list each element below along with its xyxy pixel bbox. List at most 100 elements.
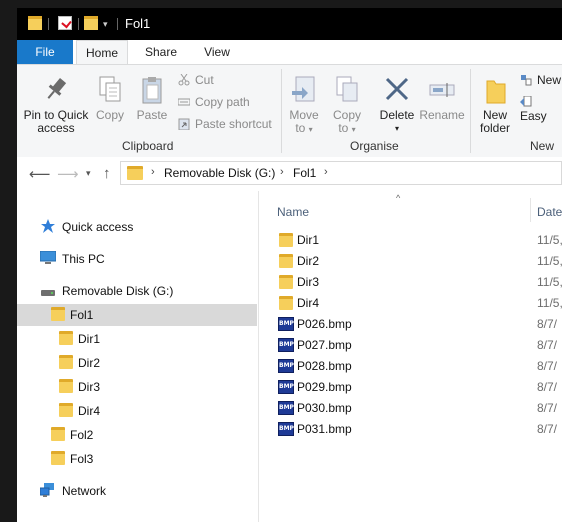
tab-home[interactable]: Home [76,40,128,64]
nav-dir4[interactable]: Dir4 [17,400,257,422]
breadcrumb-chevron-icon[interactable]: › [280,166,284,178]
easy-access-button[interactable]: Easy [520,95,562,123]
column-header-name[interactable]: Name [277,205,309,219]
properties-icon[interactable] [58,16,72,30]
file-row[interactable]: BMP P028.bmp 8/7/ [277,356,562,377]
rename-button[interactable]: Rename [419,75,465,122]
nav-fol1[interactable]: Fol1 [17,304,257,326]
file-row[interactable]: BMP P030.bmp 8/7/ [277,398,562,419]
file-date: 8/7/ [537,317,558,331]
folder-icon [59,403,73,417]
clipboard-group-label: Clipboard [122,139,174,153]
window-title: Fol1 [125,16,151,31]
folder-icon [59,379,73,393]
pin-label-2: access [37,121,75,135]
easy-access-icon [520,95,532,108]
address-bar[interactable]: › Removable Disk (G:) › Fol1 › [120,161,562,185]
rename-label: Rename [419,108,465,122]
back-arrow-icon[interactable]: ⟵ [29,165,51,183]
navigation-pane: Quick access This PC Removable Disk (G:)… [17,191,259,522]
file-row[interactable]: BMP P029.bmp 8/7/ [277,377,562,398]
ribbon: Pin to Quick access Copy Paste Cut Copy … [17,64,562,158]
file-row[interactable]: BMP P027.bmp 8/7/ [277,335,562,356]
nav-quick-access[interactable]: Quick access [17,216,257,238]
nav-dir3[interactable]: Dir3 [17,376,257,398]
file-name: Dir2 [297,254,320,268]
file-date: 8/7/ [537,380,558,394]
move-to-button[interactable]: Move to ▾ [287,75,321,136]
nav-this-pc-label: This PC [62,252,105,266]
tab-file[interactable]: File [17,40,73,64]
folder-icon [279,233,293,247]
file-row[interactable]: BMP P026.bmp 8/7/ [277,314,562,335]
new-folder-quick-icon[interactable] [84,16,98,30]
nav-dir1[interactable]: Dir1 [17,328,257,350]
file-date: 8/7/ [537,359,558,373]
file-name: Dir4 [297,296,320,310]
delete-button[interactable]: Delete ▾ [375,75,419,135]
nav-fol2[interactable]: Fol2 [17,424,257,446]
new-folder-label-2: folder [479,121,511,135]
file-row[interactable]: BMP P031.bmp 8/7/ [277,419,562,440]
pin-to-quick-access-button[interactable]: Pin to Quick access [21,75,91,135]
network-icon [39,483,54,497]
breadcrumb-chevron-icon[interactable]: › [324,166,328,178]
cut-button[interactable]: Cut [178,73,214,87]
title-bar: ▾ Fol1 [17,8,562,40]
pin-icon [42,75,70,105]
bmp-file-icon: BMP [278,359,294,373]
file-name: P026.bmp [297,317,352,331]
dropdown-arrow-icon: ▾ [308,125,313,134]
file-date: 8/7/ [537,422,558,436]
star-icon [41,219,55,233]
folder-icon [51,307,65,321]
bmp-file-icon: BMP [278,422,294,436]
new-item-button[interactable]: New [520,73,561,87]
copy-path-button[interactable]: Copy path [177,95,250,109]
bmp-file-icon: BMP [278,317,294,331]
forward-arrow-icon[interactable]: ⟶ [57,165,79,183]
computer-icon [39,250,57,265]
paste-button[interactable]: Paste [134,75,170,122]
breadcrumb-chevron-icon[interactable]: › [151,166,155,178]
address-toolbar: ⟵ ⟶ ▾ ↑ › Removable Disk (G:) › Fol1 › [17,157,562,191]
column-divider[interactable] [530,198,531,222]
nav-network-label: Network [62,484,107,498]
column-header-date[interactable]: Date [537,205,562,219]
new-item-icon [520,74,532,86]
copy-button[interactable]: Copy [93,75,127,122]
paste-icon [138,75,166,105]
copy-to-button[interactable]: Copy to ▾ [330,75,364,136]
file-row[interactable]: Dir4 11/5, [277,293,562,314]
file-row[interactable]: Dir1 11/5, [277,230,562,251]
drive-icon [41,286,55,296]
nav-removable-disk[interactable]: Removable Disk (G:) [17,280,257,302]
breadcrumb-removable-disk[interactable]: Removable Disk (G:) [164,166,275,180]
nav-dir3-label: Dir3 [78,380,101,394]
file-name: P028.bmp [297,359,352,373]
nav-fol3-label: Fol3 [70,452,94,466]
delete-x-icon [383,75,411,105]
up-arrow-icon[interactable]: ↑ [103,165,111,182]
nav-fol2-label: Fol2 [70,428,94,442]
nav-fol3[interactable]: Fol3 [17,448,257,470]
customize-quick-access-icon[interactable]: ▾ [103,20,108,29]
breadcrumb-fol1[interactable]: Fol1 [293,166,316,180]
new-folder-button[interactable]: New folder [475,75,515,135]
tab-view[interactable]: View [194,40,240,64]
folder-icon [51,451,65,465]
tab-share[interactable]: Share [133,40,189,64]
folder-icon [28,16,42,30]
file-row[interactable]: Dir3 11/5, [277,272,562,293]
file-date: 11/5, [537,233,562,247]
nav-dir1-label: Dir1 [78,332,101,346]
explorer-window: ▾ Fol1 File Home Share View Pin to Quick… [17,8,562,522]
group-divider [470,69,471,153]
recent-locations-chevron-icon[interactable]: ▾ [86,168,91,179]
nav-dir2[interactable]: Dir2 [17,352,257,374]
nav-this-pc[interactable]: This PC [17,248,257,270]
nav-network[interactable]: Network [17,480,257,502]
file-row[interactable]: Dir2 11/5, [277,251,562,272]
paste-shortcut-button[interactable]: Paste shortcut [178,117,272,131]
nav-quick-access-label: Quick access [62,220,134,234]
